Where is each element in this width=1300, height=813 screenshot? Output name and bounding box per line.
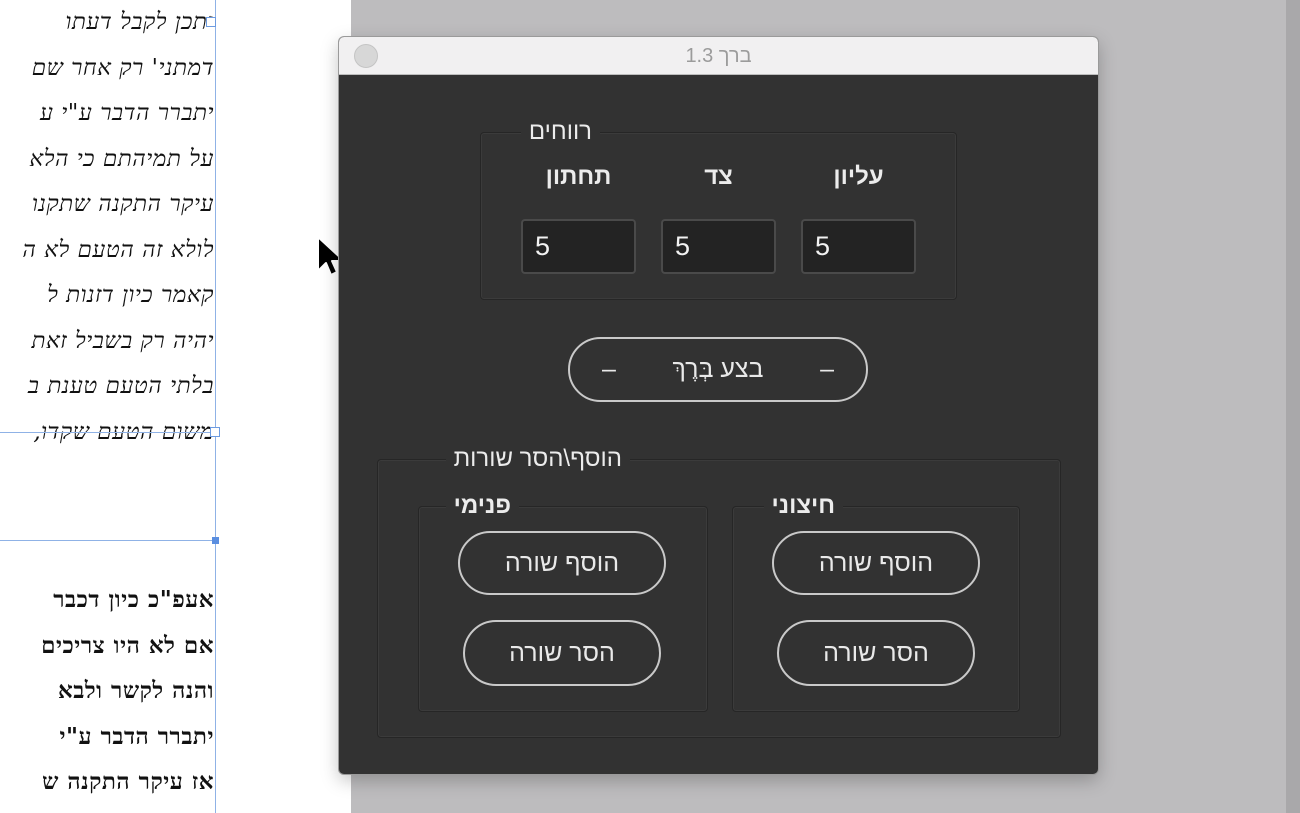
inner-group: פנימי הוסף שורה הסר שורה xyxy=(418,491,708,712)
text-line: עיקר התקנה שתקנו xyxy=(31,191,214,217)
outer-remove-line-button[interactable]: הסר שורה xyxy=(777,620,975,686)
title-bar[interactable]: ברך 1.3 xyxy=(339,37,1098,75)
text-line: על תמיהתם כי הלא xyxy=(29,145,214,172)
lines-legend: הוסף\הסר שורות xyxy=(445,444,630,474)
barech-dialog: ברך 1.3 רווחים עליון צד תחתון – בצע בְּר… xyxy=(339,37,1098,774)
frame-edge-right xyxy=(215,0,216,813)
text-frame-lower[interactable]: אעפ"כ כיון דכבר אם לא היו צריכים והנה לק… xyxy=(0,577,214,805)
inner-legend: פנימי xyxy=(445,491,519,521)
spacing-legend: רווחים xyxy=(520,117,600,147)
outer-add-line-button[interactable]: הוסף שורה xyxy=(772,531,980,595)
text-line: קאמר כיון דזנות ל xyxy=(47,282,214,308)
top-spacing-label: עליון xyxy=(833,163,884,190)
text-line: לולא זה הטעם לא ה xyxy=(22,236,214,263)
execute-dash-right: – xyxy=(820,355,834,383)
top-spacing-input[interactable] xyxy=(801,219,916,274)
execute-button-label: בצע בְּרֶךְ xyxy=(672,355,764,383)
side-spacing-label: צד xyxy=(704,163,733,190)
text-line: יהיה רק בשביל זאת xyxy=(31,327,214,354)
inner-add-line-button[interactable]: הוסף שורה xyxy=(458,531,666,595)
document-page: יתכן לקבל דעתו דמתני' רק אחר שם יתברר הד… xyxy=(0,0,351,813)
frame-anchor-handle[interactable] xyxy=(212,537,219,544)
text-line: יתכן לקבל דעתו xyxy=(65,9,214,35)
workspace-edge xyxy=(1286,0,1300,813)
text-line: דמתני' רק אחר שם xyxy=(31,54,214,81)
text-frame-upper[interactable]: יתכן לקבל דעתו דמתני' רק אחר שם יתברר הד… xyxy=(0,0,214,455)
outer-legend: חיצוני xyxy=(763,491,843,521)
text-line: אם לא היו צריכים xyxy=(41,631,214,659)
spacing-group: רווחים עליון צד תחתון xyxy=(480,117,957,300)
window-title: ברך 1.3 xyxy=(685,45,752,67)
resize-handle[interactable] xyxy=(210,427,220,437)
frame-edge-top xyxy=(0,540,216,541)
execute-barech-button[interactable]: – בצע בְּרֶךְ – xyxy=(568,337,868,402)
outer-group: חיצוני הוסף שורה הסר שורה xyxy=(732,491,1020,712)
text-line: יתברר הדבר ע"י xyxy=(59,722,214,750)
inner-remove-line-button[interactable]: הסר שורה xyxy=(463,620,661,686)
text-line: אז עיקר התקנה ש xyxy=(42,768,214,795)
text-line: אעפ"כ כיון דכבר xyxy=(53,586,214,613)
text-line: בלתי הטעם טענת ב xyxy=(27,373,214,399)
side-spacing-input[interactable] xyxy=(661,219,776,274)
lines-group: הוסף\הסר שורות חיצוני הוסף שורה הסר שורה… xyxy=(377,444,1061,738)
execute-dash-left: – xyxy=(602,355,616,383)
text-line: יתברר הדבר ע"י ע xyxy=(39,100,214,126)
bottom-spacing-input[interactable] xyxy=(521,219,636,274)
text-line: והנה לקשר ולבא xyxy=(58,677,214,704)
bottom-spacing-label: תחתון xyxy=(545,163,612,190)
resize-handle[interactable] xyxy=(206,17,216,27)
frame-edge-bottom xyxy=(0,432,216,433)
